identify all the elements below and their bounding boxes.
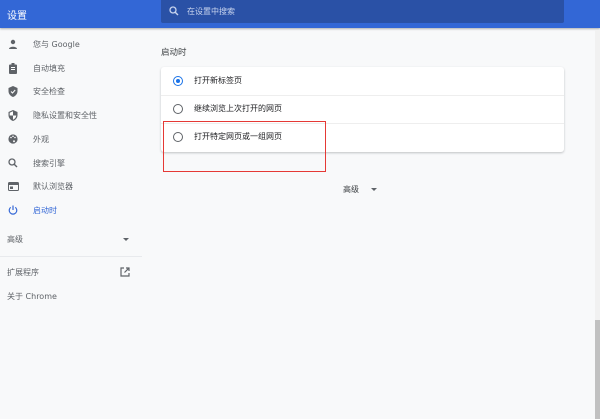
sidebar-item-on-startup[interactable]: 启动时 <box>0 199 142 221</box>
sidebar-item-safety-check[interactable]: 安全检查 <box>0 80 142 102</box>
sidebar-item-extensions[interactable]: 扩展程序 <box>0 265 142 279</box>
clipboard-icon <box>9 62 17 74</box>
sidebar-item-privacy[interactable]: 隐私设置和安全性 <box>0 104 142 126</box>
advanced-toggle-button[interactable]: 高级 <box>343 184 377 195</box>
search-placeholder: 在设置中搜索 <box>187 7 235 16</box>
sidebar-item-label: 启动时 <box>33 205 57 215</box>
option-label: 打开新标签页 <box>194 76 242 85</box>
sidebar-item-label: 搜索引擎 <box>33 158 65 168</box>
startup-option-continue[interactable]: 继续浏览上次打开的网页 <box>161 95 564 123</box>
sidebar-item-appearance[interactable]: 外观 <box>0 128 142 150</box>
chevron-down-icon <box>123 238 129 241</box>
sidebar-divider <box>0 256 142 257</box>
sidebar-item-label: 外观 <box>33 134 49 144</box>
open-in-new-icon <box>120 267 130 277</box>
sidebar-item-label: 安全检查 <box>33 86 65 96</box>
option-label: 继续浏览上次打开的网页 <box>194 104 282 113</box>
sidebar-item-label: 您与 Google <box>33 39 80 49</box>
radio-button[interactable] <box>173 104 183 114</box>
sidebar-item-label: 自动填充 <box>33 63 65 73</box>
privacy-shield-icon <box>8 109 18 121</box>
page-title: 设置 <box>7 11 27 22</box>
chevron-down-icon <box>371 188 377 191</box>
sidebar-item-autofill[interactable]: 自动填充 <box>0 57 142 79</box>
person-icon <box>9 39 17 49</box>
sidebar-item-search-engine[interactable]: 搜索引擎 <box>0 152 142 174</box>
search-icon <box>169 6 179 16</box>
palette-icon <box>8 134 18 144</box>
advanced-label: 高级 <box>343 185 359 194</box>
extensions-label: 扩展程序 <box>7 268 39 277</box>
sidebar-advanced-toggle[interactable]: 高级 <box>0 232 142 246</box>
search-icon <box>8 158 18 168</box>
shield-check-icon <box>8 85 18 97</box>
scrollbar-thumb[interactable] <box>595 320 600 419</box>
radio-button[interactable] <box>173 132 183 142</box>
sidebar-item-you-and-google[interactable]: 您与 Google <box>0 33 142 55</box>
search-input[interactable]: 在设置中搜索 <box>161 0 564 23</box>
sidebar-item-label: 隐私设置和安全性 <box>33 110 97 120</box>
startup-options-card: 打开新标签页 继续浏览上次打开的网页 打开特定网页或一组网页 <box>161 67 564 152</box>
about-label: 关于 Chrome <box>7 292 57 301</box>
startup-option-specific-pages[interactable]: 打开特定网页或一组网页 <box>161 123 564 151</box>
browser-icon <box>8 181 19 191</box>
power-icon <box>8 205 18 215</box>
sidebar-item-label: 默认浏览器 <box>33 181 73 191</box>
startup-option-new-tab[interactable]: 打开新标签页 <box>161 67 564 95</box>
option-label: 打开特定网页或一组网页 <box>194 132 282 141</box>
sidebar-item-about[interactable]: 关于 Chrome <box>0 289 142 303</box>
sidebar-item-default-browser[interactable]: 默认浏览器 <box>0 175 142 197</box>
section-title: 启动时 <box>161 48 187 58</box>
advanced-label: 高级 <box>7 235 23 244</box>
app-header: 设置 在设置中搜索 <box>0 0 600 28</box>
radio-button-checked[interactable] <box>173 76 183 86</box>
